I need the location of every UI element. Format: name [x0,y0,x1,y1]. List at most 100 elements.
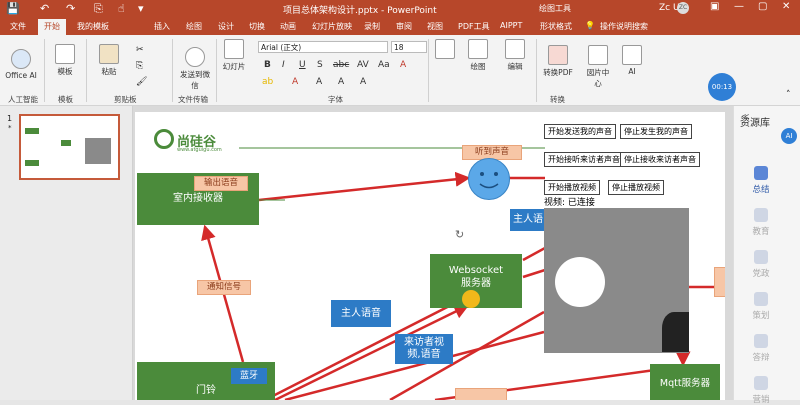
redo-icon[interactable]: ↷ [66,2,75,15]
shadow-icon[interactable]: S [317,60,323,70]
tab-draw[interactable]: 绘图 [186,21,202,32]
tab-pdf-tools[interactable]: PDF工具 [458,21,490,32]
tab-slideshow[interactable]: 幻灯片放映 [312,21,352,32]
video-player[interactable] [544,208,689,353]
new-slide-button[interactable]: 幻灯片 [220,39,248,72]
undo-icon[interactable]: ↶ [40,2,49,15]
touch-mode-icon[interactable]: ☝ [118,2,125,15]
avatar[interactable]: ZC [677,2,689,14]
host-voice-box-2[interactable]: 主人语音 [331,300,391,327]
stop-send-voice-button[interactable]: 停止发生我的声音 [620,124,692,139]
resource-marketing[interactable]: 营销 [741,376,781,405]
strikethrough-icon[interactable]: abc [333,60,349,70]
paste-button[interactable]: 粘贴 [96,44,122,77]
resource-planning[interactable]: 策划 [741,292,781,321]
group-label-ai: 人工智能 [8,95,38,104]
ribbon-options-icon[interactable]: ▣ [710,1,719,12]
slide-thumbnail[interactable] [19,114,120,180]
tab-home[interactable]: 开始 [38,19,66,35]
template-button[interactable]: 模板 [52,44,78,77]
font-color-icon[interactable]: A [400,60,406,70]
new-slide-icon [224,39,244,59]
tell-me-search[interactable]: 操作说明搜索 [600,21,648,32]
close-icon[interactable]: ✕ [782,1,790,12]
paragraph-button[interactable] [433,39,457,61]
spacing-icon[interactable]: AV [357,60,369,70]
underline-icon[interactable]: U [299,60,306,70]
office-ai-icon [11,49,31,69]
font-color-2-icon[interactable]: A [292,77,298,87]
tab-transitions[interactable]: 切换 [249,21,265,32]
font-name-select[interactable]: Arial (正文) [258,41,388,53]
tab-aippt[interactable]: AIPPT [500,21,522,30]
office-ai-button[interactable]: Office AI [4,49,38,80]
stop-listen-visitor-button[interactable]: 停止接收来访者声音 [620,152,700,167]
tab-review[interactable]: 审阅 [396,21,412,32]
ai-assistant-icon[interactable]: AI [781,128,797,144]
grow-font-icon[interactable]: A [316,77,322,87]
shrink-font-icon[interactable]: A [338,77,344,87]
timer-badge[interactable]: 00:13 [708,73,736,101]
send-to-wechat-button[interactable]: 发送到微信 [178,47,212,91]
format-painter-icon[interactable]: ⎘ [94,2,103,15]
copy-icon[interactable]: ⎘ [136,61,143,71]
notify-signal-label[interactable]: 通知信号 [197,280,251,295]
tab-view[interactable]: 视图 [427,21,443,32]
host-voice-box-1[interactable]: 主人语 [510,209,546,231]
resource-panel-title: 资源库 [740,118,770,129]
start-video-button[interactable]: 开始播放视频 [544,180,600,195]
stop-video-button[interactable]: 停止播放视频 [608,180,664,195]
ai-button[interactable]: AI [620,45,644,76]
start-listen-visitor-button[interactable]: 开始接听来访者声音 [544,152,624,167]
highlight-icon[interactable]: ab [262,77,273,87]
resource-summary[interactable]: 总结 [741,166,781,195]
image-center-button[interactable]: 図片中心 [584,45,612,89]
resource-defense[interactable]: 答辩 [741,334,781,363]
side-label[interactable] [714,267,725,297]
draw-button[interactable]: 绘图 [466,39,490,72]
rotate-handle-icon[interactable]: ↻ [455,228,464,241]
maximize-icon[interactable]: ▢ [758,1,767,12]
bluetooth-label[interactable]: 蓝牙 [231,368,267,384]
start-send-voice-button[interactable]: 开始发送我的声音 [544,124,616,139]
ribbon: Office AI 人工智能 模板 模板 粘贴 ✂ ⎘ 🖌 剪贴板 发送到微信 … [0,35,800,106]
case-icon[interactable]: Aa [378,60,390,70]
format-painter-small-icon[interactable]: 🖌 [136,77,147,87]
resource-panel: ≪ 资源库 AI 总结 教育 党政 策划 答辩 营销 [733,106,800,405]
find-icon [505,39,525,59]
convert-pdf-button[interactable]: 转换PDF [541,45,575,78]
mqtt-server-box[interactable]: Mqtt服务器 [650,364,720,400]
resource-party[interactable]: 党政 [741,250,781,279]
ribbon-tabs: 文件 开始 我的模板 插入 绘图 设计 切换 动画 幻灯片放映 录制 审阅 视图… [0,17,800,35]
slide[interactable]: 尚硅谷 www.atguigu.com 室内接收器 输出语音 听到声音 主人语 … [135,112,725,400]
ai-icon [622,45,642,65]
clear-format-icon[interactable]: A [360,77,366,87]
customize-toolbar-icon[interactable]: ▾ [138,2,144,15]
edit-button[interactable]: 编辑 [502,39,528,72]
shapes-icon [468,39,488,59]
smiley-face[interactable] [468,158,510,200]
italic-icon[interactable]: I [282,60,285,70]
tab-record[interactable]: 录制 [364,21,380,32]
font-size-select[interactable]: 18 [391,41,427,53]
tab-animations[interactable]: 动画 [280,21,296,32]
lightbulb-icon: 💡 [585,21,595,30]
context-tab-label: 绘图工具 [539,4,571,13]
group-label-font: 字体 [328,95,343,104]
minimize-icon[interactable]: — [734,1,744,12]
tab-file[interactable]: 文件 [10,21,26,32]
bold-icon[interactable]: B [264,60,271,70]
tab-my-templates[interactable]: 我的模板 [77,21,109,32]
tab-shape-format[interactable]: 形状格式 [540,21,572,32]
logo-icon [154,129,174,149]
summary-icon [754,166,768,180]
bottom-label[interactable] [455,388,507,400]
save-icon[interactable]: 💾 [6,2,20,15]
tab-design[interactable]: 设计 [218,21,234,32]
visitor-av-box[interactable]: 来访者视 频,语音 [395,334,453,364]
cut-icon[interactable]: ✂ [136,45,144,55]
collapse-ribbon-icon[interactable]: ˄ [786,90,791,100]
tab-insert[interactable]: 插入 [154,21,170,32]
output-voice-label[interactable]: 输出语音 [194,176,248,191]
resource-education[interactable]: 教育 [741,208,781,237]
